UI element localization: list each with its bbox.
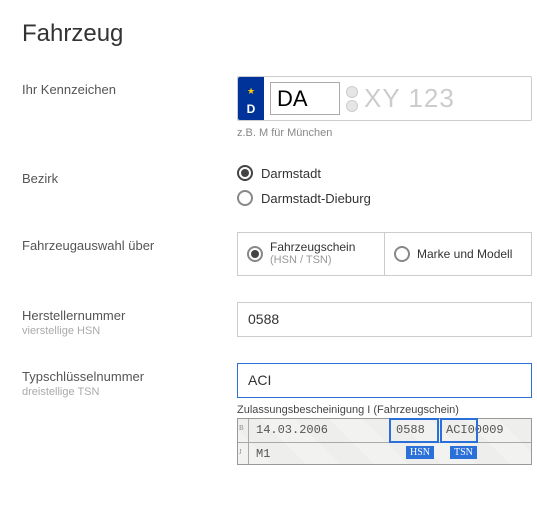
plate-hint: z.B. M für München [237, 127, 532, 139]
bezirk-option-darmstadt[interactable]: Darmstadt [237, 165, 515, 181]
radio-icon [394, 246, 410, 262]
cert-row-j-icon: J [239, 448, 242, 456]
cert-preview: B J 14.03.2006 0588 ACI00009 M1 HSN TSN [237, 418, 532, 465]
page-title: Fahrzeug [22, 20, 515, 48]
bezirk-label: Bezirk [22, 171, 58, 186]
option-fahrzeugschein[interactable]: Fahrzeugschein (HSN / TSN) [238, 233, 385, 275]
plate-seals [346, 86, 358, 112]
bezirk-option-label: Darmstadt-Dieburg [261, 191, 371, 206]
fahrzeugauswahl-label: Fahrzeugauswahl über [22, 238, 154, 253]
eu-badge: ★ D [238, 77, 264, 120]
bezirk-option-label: Darmstadt [261, 166, 321, 181]
radio-icon [237, 190, 253, 206]
tsn-label: Typschlüsselnummer [22, 369, 144, 384]
cert-hsn-highlight [389, 418, 439, 443]
seal-icon [346, 100, 358, 112]
hsn-label: Herstellernummer [22, 308, 125, 323]
hsn-sublabel: vierstellige HSN [22, 325, 237, 337]
cert-title: Zulassungsbescheinigung I (Fahrzeugschei… [237, 404, 532, 416]
hsn-input[interactable] [237, 302, 532, 337]
cert-tsn-highlight [440, 418, 478, 443]
cert-m1: M1 [256, 447, 270, 461]
license-plate: ★ D XY 123 [237, 76, 532, 121]
cert-hsn-tag: HSN [406, 446, 434, 459]
cert-row-b-icon: B [239, 424, 244, 432]
option-label: Fahrzeugschein (HSN / TSN) [270, 240, 355, 268]
tsn-input[interactable] [237, 363, 532, 398]
option-marke-modell[interactable]: Marke und Modell [385, 233, 531, 275]
seal-icon [346, 86, 358, 98]
cert-date: 14.03.2006 [256, 423, 328, 437]
eu-country: D [247, 102, 256, 116]
eu-stars-icon: ★ [247, 87, 255, 96]
bezirk-radio-group: Darmstadt Darmstadt-Dieburg [237, 165, 515, 206]
plate-label: Ihr Kennzeichen [22, 82, 116, 97]
radio-icon [237, 165, 253, 181]
cert-tsn-tag: TSN [450, 446, 477, 459]
plate-rest-placeholder: XY 123 [364, 83, 455, 114]
plate-district-input[interactable] [270, 82, 340, 115]
fahrzeugauswahl-options: Fahrzeugschein (HSN / TSN) Marke und Mod… [237, 232, 532, 276]
radio-icon [247, 246, 263, 262]
option-label: Marke und Modell [417, 247, 512, 261]
tsn-sublabel: dreistellige TSN [22, 386, 237, 398]
bezirk-option-darmstadt-dieburg[interactable]: Darmstadt-Dieburg [237, 190, 515, 206]
